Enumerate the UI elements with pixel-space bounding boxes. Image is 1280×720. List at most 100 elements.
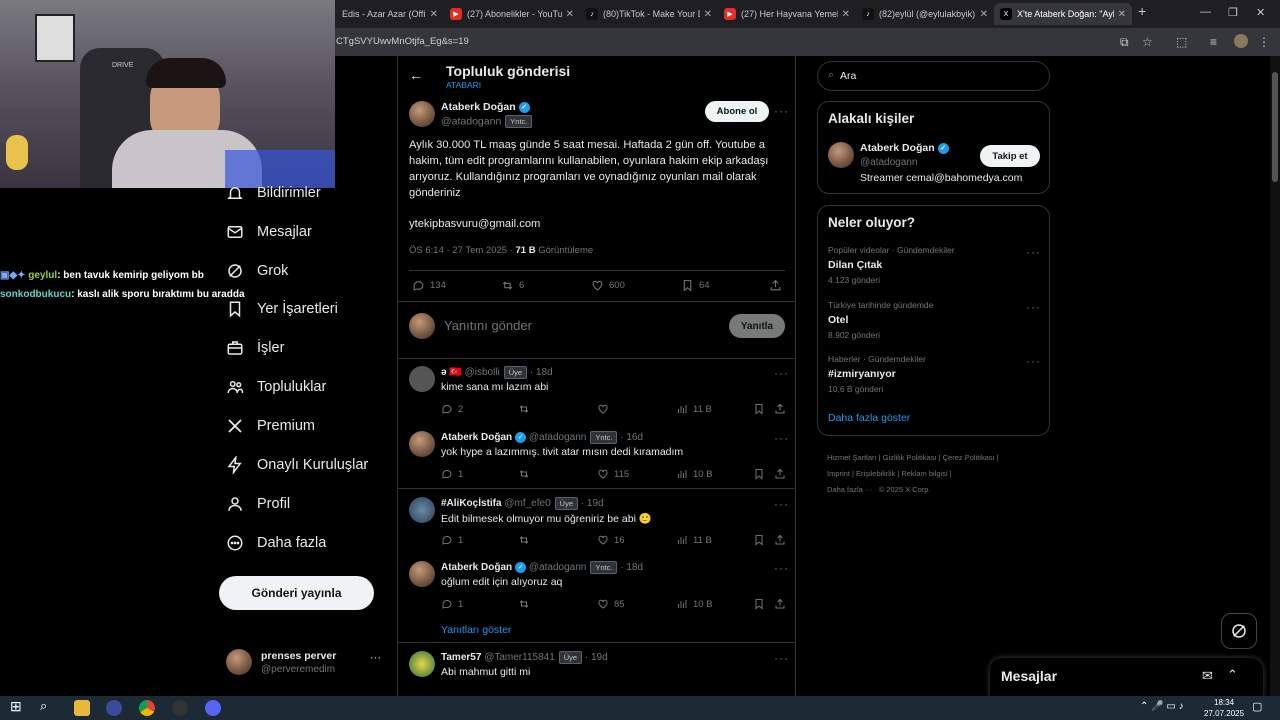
restore-icon[interactable]: ❐	[1228, 6, 1238, 19]
search-input[interactable]: ⌕ Ara	[817, 61, 1050, 91]
reply-input[interactable]: Yanıtını gönder	[444, 318, 532, 333]
scrollbar[interactable]	[1270, 56, 1280, 696]
repost-action[interactable]	[518, 598, 535, 610]
share-icon[interactable]	[774, 403, 791, 415]
avatar[interactable]	[409, 431, 435, 457]
bookmark-action[interactable]: 64	[681, 279, 710, 292]
star-icon[interactable]: ☆	[1142, 35, 1153, 49]
share-icon[interactable]	[774, 534, 791, 546]
extensions-icon[interactable]: ⬚	[1176, 35, 1187, 49]
search-icon[interactable]: ⌕	[40, 698, 56, 714]
reply-action[interactable]: 1	[441, 468, 463, 480]
more-icon[interactable]: ···	[1026, 354, 1041, 368]
bookmark-icon[interactable]	[753, 534, 770, 546]
media-icon[interactable]: ≡	[1210, 35, 1217, 49]
footer-link[interactable]: Çerez Politikası	[943, 453, 995, 462]
more-icon[interactable]: ···	[774, 366, 789, 380]
minimize-icon[interactable]: —	[1200, 6, 1211, 18]
close-icon[interactable]: ✕	[566, 9, 574, 20]
footer-link[interactable]: Gizlilik Politikası	[883, 453, 937, 462]
footer-link[interactable]: Reklam bilgisi	[901, 469, 947, 478]
post-button[interactable]: Gönderi yayınla	[219, 576, 374, 610]
new-tab-icon[interactable]: +	[1138, 3, 1146, 19]
browser-tab-3[interactable]: ♪ (80)TikTok - Make Your D ✕	[580, 3, 718, 25]
nav-bookmarks[interactable]: Yer İşaretleri	[226, 300, 338, 318]
like-action[interactable]: 600	[591, 279, 625, 292]
clock[interactable]: 18:34 27.07.2025	[1204, 697, 1244, 719]
trend-item[interactable]: Haberler · Gündemdekiler #izmiryanıyor 1…	[828, 354, 1041, 394]
close-icon[interactable]: ✕	[704, 9, 712, 20]
reply-action[interactable]: 1	[441, 598, 463, 610]
chrome-icon[interactable]	[139, 700, 155, 716]
more-icon[interactable]: ···	[774, 561, 789, 575]
nav-premium[interactable]: Premium	[226, 417, 315, 435]
avatar[interactable]	[409, 101, 435, 127]
like-action[interactable]	[597, 403, 614, 415]
nav-jobs[interactable]: İşler	[226, 339, 284, 357]
close-icon[interactable]: ✕	[430, 9, 438, 20]
subscribe-button[interactable]: Abone ol	[705, 101, 769, 122]
trend-item[interactable]: Popüler videolar · Gündemdekiler Dilan Ç…	[828, 245, 1040, 285]
like-action[interactable]: 115	[597, 468, 629, 480]
collapse-icon[interactable]: ⌃	[1227, 667, 1238, 683]
avatar[interactable]	[409, 366, 435, 392]
more-icon[interactable]: ···	[370, 652, 381, 664]
show-replies-link[interactable]: Yanıtları göster	[441, 624, 511, 636]
nav-grok[interactable]: Grok	[226, 262, 288, 280]
close-icon[interactable]: ✕	[980, 9, 988, 20]
new-message-icon[interactable]: ✉	[1202, 668, 1213, 684]
like-action[interactable]: 85	[597, 598, 625, 610]
browser-tab-5[interactable]: ♪ (82)eylül (@eylulakbyik) | ✕	[856, 3, 994, 25]
more-icon[interactable]: ···	[774, 104, 789, 118]
notifications-icon[interactable]: ▢	[1252, 700, 1262, 713]
close-window-icon[interactable]: ✕	[1256, 6, 1265, 19]
nav-more[interactable]: Daha fazla	[226, 534, 326, 552]
repost-action[interactable]	[518, 468, 535, 480]
avatar[interactable]	[409, 561, 435, 587]
windows-start-icon[interactable]: ⊞	[10, 698, 26, 714]
more-icon[interactable]: ···	[774, 497, 789, 511]
nav-notifications[interactable]: Bildirimler	[226, 184, 321, 202]
install-app-icon[interactable]: ⧉	[1120, 35, 1129, 50]
like-action[interactable]: 16	[597, 534, 625, 546]
views-action[interactable]: 10 B	[676, 468, 713, 480]
avatar[interactable]	[409, 651, 435, 677]
repost-action[interactable]: 6	[501, 279, 524, 292]
show-more-link[interactable]: Daha fazla göster	[828, 412, 910, 424]
grok-icon[interactable]	[1221, 613, 1257, 649]
share-icon[interactable]	[774, 468, 791, 480]
bookmark-icon[interactable]	[753, 468, 770, 480]
close-icon[interactable]: ✕	[1118, 9, 1126, 20]
trend-item[interactable]: Türkiye tarihinde gündemde Otel 8.902 gö…	[828, 300, 1041, 340]
reply-author[interactable]: ə 🇹🇷	[441, 367, 462, 378]
avatar[interactable]	[828, 142, 854, 168]
close-icon[interactable]: ✕	[842, 9, 850, 20]
follow-button[interactable]: Takip et	[980, 145, 1040, 167]
file-explorer-icon[interactable]	[74, 700, 90, 716]
repost-action[interactable]	[518, 403, 535, 415]
share-icon[interactable]	[769, 279, 787, 292]
reply-author[interactable]: Ataberk Doğan	[441, 562, 512, 573]
back-arrow-icon[interactable]: ←	[409, 67, 423, 83]
messages-dock[interactable]: Mesajlar ✉ ⌃	[990, 658, 1263, 698]
app-icon[interactable]	[106, 700, 122, 716]
discord-icon[interactable]	[205, 700, 221, 716]
reply-button[interactable]: Yanıtla	[729, 314, 785, 338]
footer-link[interactable]: Imprint	[827, 469, 850, 478]
nav-messages[interactable]: Mesajlar	[226, 223, 312, 241]
post-handle[interactable]: @atadogann Yntc.	[441, 115, 533, 128]
reply-author[interactable]: Ataberk Doğan	[441, 432, 512, 443]
more-icon[interactable]: ···	[1026, 300, 1041, 314]
account-switcher[interactable]: prenses perver @perveremedim ···	[226, 648, 386, 682]
repost-action[interactable]	[518, 534, 535, 546]
footer-link[interactable]: Hizmet Şartları	[827, 453, 877, 462]
more-icon[interactable]: ···	[774, 651, 789, 665]
reply-action[interactable]: 134	[412, 279, 446, 292]
bookmark-icon[interactable]	[753, 403, 770, 415]
reply-author[interactable]: #AliKoçİstifa	[441, 498, 502, 509]
bookmark-icon[interactable]	[753, 598, 770, 610]
menu-icon[interactable]: ⋮	[1258, 35, 1270, 49]
views-action[interactable]: 11 B	[676, 534, 712, 546]
profile-avatar-icon[interactable]	[1234, 34, 1248, 48]
reply-action[interactable]: 1	[441, 534, 463, 546]
